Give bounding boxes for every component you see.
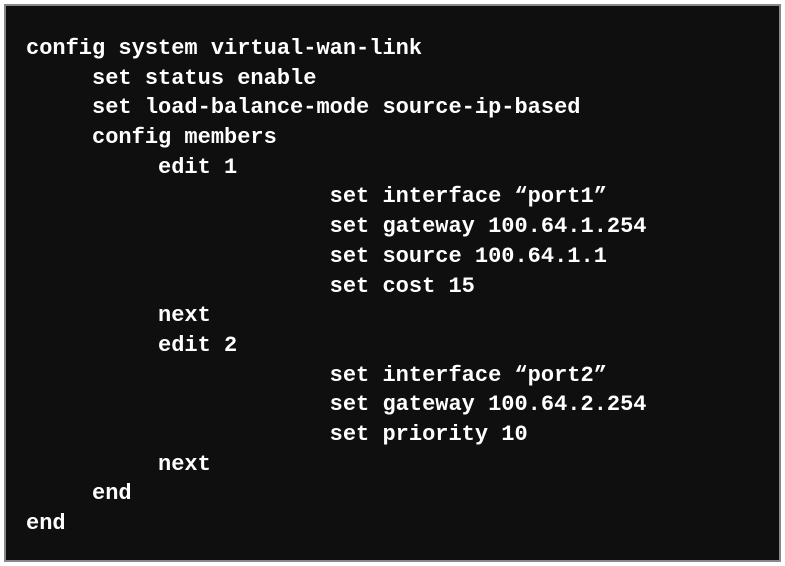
cli-line: next bbox=[26, 303, 211, 328]
cli-line: config system virtual-wan-link bbox=[26, 36, 422, 61]
cli-line: set status enable bbox=[26, 66, 316, 91]
cli-line: set interface “port1” bbox=[26, 184, 607, 209]
cli-line: set gateway 100.64.2.254 bbox=[26, 392, 647, 417]
cli-line: set source 100.64.1.1 bbox=[26, 244, 607, 269]
cli-line: set load-balance-mode source-ip-based bbox=[26, 95, 581, 120]
cli-line: set cost 15 bbox=[26, 274, 475, 299]
cli-line: set interface “port2” bbox=[26, 363, 607, 388]
cli-line: edit 2 bbox=[26, 333, 237, 358]
cli-terminal: config system virtual-wan-link set statu… bbox=[4, 4, 781, 562]
cli-line: set priority 10 bbox=[26, 422, 528, 447]
cli-line: config members bbox=[26, 125, 277, 150]
cli-line: end bbox=[26, 481, 132, 506]
cli-line: next bbox=[26, 452, 211, 477]
cli-line: end bbox=[26, 511, 66, 536]
cli-line: edit 1 bbox=[26, 155, 237, 180]
cli-line: set gateway 100.64.1.254 bbox=[26, 214, 647, 239]
